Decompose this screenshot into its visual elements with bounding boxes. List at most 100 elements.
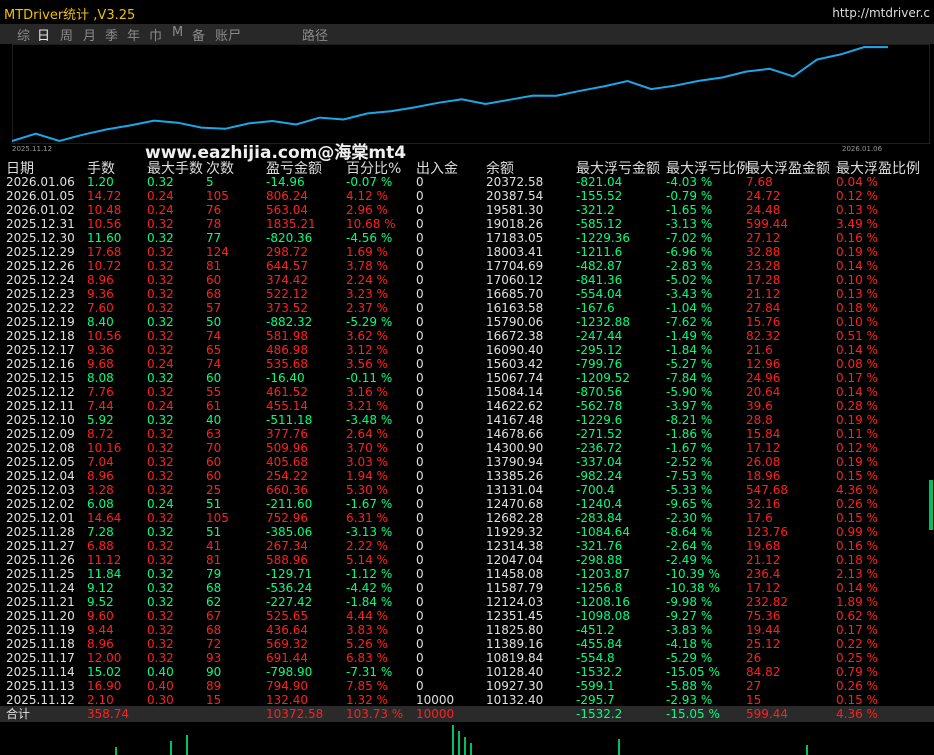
cell-lots: 7.28 — [87, 525, 114, 539]
cell-percent: 3.12 % — [346, 343, 388, 357]
cell-trades: 74 — [206, 357, 222, 371]
cell-trades: 81 — [206, 259, 222, 273]
daily-stats-table: 2026.01.06 1.20 0.32 5 -14.96 -0.07 % 0 20372.5… — [0, 175, 934, 707]
table-row: 2026.01.02 10.48 0.24 76 563.04 2.96 % 0 19581.… — [0, 203, 934, 217]
cell-date: 2025.11.17 — [6, 651, 75, 665]
table-row: 2025.12.09 8.72 0.32 63 377.76 2.64 % 0 14678.6… — [0, 427, 934, 441]
cell-max-float-loss-pct: -5.88 % — [666, 679, 713, 693]
cell-profit: -211.60 — [266, 497, 313, 511]
cell-profit: 455.14 — [266, 399, 308, 413]
cell-max-float-loss: -841.36 — [576, 273, 623, 287]
cell-max-lots: 0.40 — [147, 679, 174, 693]
tab-symbol[interactable]: 巾 — [149, 25, 162, 44]
underlying-chart-strip — [0, 722, 934, 755]
cell-date: 2025.11.19 — [6, 623, 75, 637]
cell-trades: 60 — [206, 469, 222, 483]
cell-max-float-loss: -321.76 — [576, 539, 623, 553]
cell-max-float-loss-pct: -3.97 % — [666, 399, 713, 413]
tab-weekly[interactable]: 周 — [60, 25, 73, 44]
cell-deposit: 0 — [416, 245, 424, 259]
cell-lots: 8.96 — [87, 469, 114, 483]
cell-deposit: 0 — [416, 567, 424, 581]
cell-deposit: 0 — [416, 203, 424, 217]
cell-deposit: 0 — [416, 525, 424, 539]
cell-max-float-profit-pct: 0.14 % — [836, 259, 878, 273]
cell-profit: 691.44 — [266, 651, 308, 665]
cell-profit: 525.65 — [266, 609, 308, 623]
cell-lots: 17.68 — [87, 245, 122, 259]
cell-lots: 9.36 — [87, 287, 114, 301]
cell-max-float-loss: -1098.08 — [576, 609, 630, 623]
cell-max-lots: 0.32 — [147, 175, 174, 189]
cell-percent: 5.30 % — [346, 483, 388, 497]
cell-max-float-loss: -321.2 — [576, 203, 615, 217]
cell-profit: 436.64 — [266, 623, 308, 637]
cell-balance: 20372.58 — [486, 175, 544, 189]
volume-bar — [170, 741, 172, 755]
table-row: 2025.12.19 8.40 0.32 50 -882.32 -5.29 % 0 15790… — [0, 315, 934, 329]
cell-max-float-profit: 236.4 — [746, 567, 781, 581]
cell-date: 2025.12.08 — [6, 441, 75, 455]
table-row: 2025.12.04 8.96 0.32 60 254.22 1.94 % 0 13385.2… — [0, 469, 934, 483]
cell-max-lots: 0.32 — [147, 287, 174, 301]
cell-percent: 3.03 % — [346, 455, 388, 469]
cell-deposit: 0 — [416, 483, 424, 497]
cell-lots: 11.60 — [87, 231, 122, 245]
cell-date: 2025.12.10 — [6, 413, 75, 427]
cell-max-lots: 0.32 — [147, 483, 174, 497]
cell-percent: 10.68 % — [346, 217, 396, 231]
cell-percent: 3.23 % — [346, 287, 388, 301]
chart-start-date: 2025.11.12 — [12, 145, 53, 153]
cell-max-float-loss-pct: -9.27 % — [666, 609, 713, 623]
tab-quarterly[interactable]: 季 — [105, 25, 118, 44]
cell-trades: 70 — [206, 441, 222, 455]
cell-trades: 51 — [206, 497, 222, 511]
table-row: 2025.12.23 9.36 0.32 68 522.12 3.23 % 0 16685.7… — [0, 287, 934, 301]
cell-profit: -14.96 — [266, 175, 305, 189]
cell-max-float-loss: -1208.16 — [576, 595, 630, 609]
cell-balance: 16090.40 — [486, 343, 544, 357]
cell-max-float-loss-pct: -1.86 % — [666, 427, 713, 441]
cell-max-float-profit: 547.68 — [746, 483, 788, 497]
cell-max-float-profit-pct: 0.18 % — [836, 301, 878, 315]
cell-date: 2025.12.01 — [6, 511, 75, 525]
cell-percent: 2.22 % — [346, 539, 388, 553]
cell-lots: 7.44 — [87, 399, 114, 413]
cell-profit: 535.68 — [266, 357, 308, 371]
total-percent: 103.73 % — [346, 707, 404, 721]
cell-max-float-loss: -482.87 — [576, 259, 623, 273]
table-row: 2025.11.14 15.02 0.40 90 -798.90 -7.31 % 0 1012… — [0, 665, 934, 679]
cell-lots: 7.60 — [87, 301, 114, 315]
cell-max-lots: 0.32 — [147, 595, 174, 609]
tab-path[interactable]: 路径 — [302, 25, 328, 44]
cell-date: 2025.12.16 — [6, 357, 75, 371]
cell-profit: 660.36 — [266, 483, 308, 497]
cell-max-float-profit-pct: 0.10 % — [836, 315, 878, 329]
tab-magic[interactable]: M — [172, 25, 183, 40]
cell-balance: 13790.94 — [486, 455, 544, 469]
cell-percent: 1.69 % — [346, 245, 388, 259]
cell-trades: 15 — [206, 693, 222, 707]
tab-account[interactable]: 账尸 — [215, 25, 241, 44]
tab-notes[interactable]: 备 — [192, 25, 205, 44]
cell-max-float-loss: -1229.6 — [576, 413, 623, 427]
cell-max-float-profit-pct: 0.17 % — [836, 623, 878, 637]
cell-trades: 68 — [206, 287, 222, 301]
cell-deposit: 0 — [416, 553, 424, 567]
tab-yearly[interactable]: 年 — [127, 25, 140, 44]
tab-summary[interactable]: 综 — [17, 25, 30, 44]
period-tabs: 综 日 周 月 季 年 巾 M 备 账尸 路径 — [0, 24, 934, 44]
tab-daily[interactable]: 日 — [37, 25, 50, 44]
tab-monthly[interactable]: 月 — [83, 25, 96, 44]
cell-percent: 3.21 % — [346, 399, 388, 413]
cell-max-float-profit-pct: 0.51 % — [836, 329, 878, 343]
volume-bar — [452, 725, 454, 755]
cell-max-float-profit-pct: 0.79 % — [836, 665, 878, 679]
cell-max-float-profit: 12.96 — [746, 357, 781, 371]
cell-profit: -882.32 — [266, 315, 313, 329]
website-link[interactable]: http://mtdriver.c — [832, 6, 930, 20]
cell-max-float-loss: -821.04 — [576, 175, 623, 189]
cell-max-float-profit: 19.68 — [746, 539, 781, 553]
cell-percent: -0.07 % — [346, 175, 393, 189]
cell-max-float-loss-pct: -10.38 % — [666, 581, 720, 595]
